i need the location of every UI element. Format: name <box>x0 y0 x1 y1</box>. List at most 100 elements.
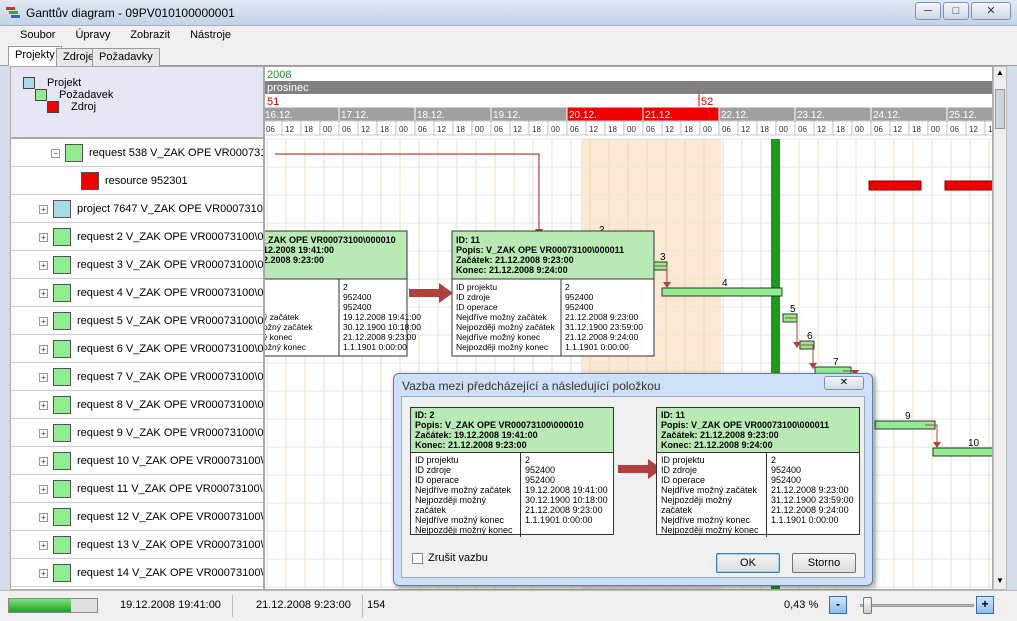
card-header-line: ID: 2 <box>415 410 435 420</box>
request-type-icon <box>53 312 71 330</box>
tree-row[interactable]: − request 538 V_ZAK OPE VR00073102\0 <box>11 139 263 167</box>
hour-label: 18 <box>760 125 769 134</box>
ok-button[interactable]: OK <box>716 553 780 573</box>
maximize-button[interactable]: □ <box>943 2 969 20</box>
expand-icon[interactable]: + <box>39 401 48 410</box>
card-field-label: Nejdříve možný konec <box>661 515 751 525</box>
project-tree[interactable]: − request 538 V_ZAK OPE VR00073102\0 resou… <box>10 138 264 590</box>
zoom-out-button[interactable]: - <box>829 596 847 614</box>
menu-upravy[interactable]: Úpravy <box>65 26 120 46</box>
tree-row[interactable]: + request 7 V_ZAK OPE VR00073100\000260 <box>11 363 263 391</box>
tab-pozadavky[interactable]: Požadavky <box>92 48 160 66</box>
cancel-link-checkbox[interactable] <box>412 553 423 564</box>
zoom-slider[interactable] <box>860 604 974 607</box>
expand-icon[interactable]: + <box>39 317 48 326</box>
status-count: 154 <box>367 599 386 611</box>
tree-row[interactable]: + request 9 V_ZAK OPE VR00073100\000290 <box>11 419 263 447</box>
card-header-line: Konec: 21.12.2008 9:23:00 <box>415 440 527 450</box>
tree-row[interactable]: + request 2 V_ZAK OPE VR00073100\000010 <box>11 223 263 251</box>
card-header-line: Začátek: 21.12.2008 9:23:00 <box>661 430 779 440</box>
hour-label: 12 <box>437 125 446 134</box>
scroll-thumb[interactable] <box>995 89 1005 129</box>
hour-label: 18 <box>912 125 921 134</box>
task-bar-label: 9 <box>905 411 911 422</box>
cancel-button[interactable]: Storno <box>792 553 856 573</box>
status-bar: 19.12.2008 19:41:00 21.12.2008 9:23:00 1… <box>0 590 1017 621</box>
expand-icon[interactable]: + <box>39 541 48 550</box>
bg-card-label: ID operace <box>456 302 498 312</box>
tree-row[interactable]: + request 10 V_ZAK OPE VR00073100\00030 <box>11 447 263 475</box>
task-bar <box>661 287 783 297</box>
card-field-label: Nejdříve možný začátek <box>661 485 758 495</box>
card-field-label: ID operace <box>415 475 460 485</box>
card-field-value: 952400 <box>771 465 802 475</box>
tree-row[interactable]: + request 6 V_ZAK OPE VR00073100\000250 <box>11 335 264 363</box>
zoom-in-button[interactable]: + <box>976 596 994 614</box>
minimize-button[interactable]: ─ <box>915 2 941 20</box>
bg-card-label: ID projektu <box>456 282 497 292</box>
tree-row[interactable]: + request 12 V_ZAK OPE VR00073100\00001 <box>11 503 263 531</box>
expand-icon[interactable]: + <box>39 569 48 578</box>
hour-label: 00 <box>323 125 332 134</box>
hour-label: 00 <box>627 125 636 134</box>
expand-icon[interactable]: + <box>39 261 48 270</box>
bg-card-header-line: _ZAK OPE VR00073100\000010 <box>265 235 396 245</box>
expand-icon[interactable]: + <box>39 233 48 242</box>
card-header-line: ID: 11 <box>661 410 686 420</box>
card-field-label: ID projektu <box>661 455 705 465</box>
tree-row[interactable]: + request 5 V_ZAK OPE VR00073100\000210 <box>11 307 263 335</box>
expand-icon[interactable]: + <box>39 485 48 494</box>
tree-row[interactable]: + project 7647 V_ZAK OPE VR00073101\0000 <box>11 195 263 223</box>
menu-nastroje[interactable]: Nástroje <box>180 26 241 46</box>
expand-icon[interactable]: + <box>39 373 48 382</box>
expand-icon[interactable]: + <box>39 345 48 354</box>
tree-row[interactable]: + request 13 V_ZAK OPE VR00073100\00002 <box>11 531 263 559</box>
project-swatch <box>23 77 35 89</box>
bg-card-header-line: ID: 11 <box>456 235 480 245</box>
card-field-value: 21.12.2008 9:23:00 <box>771 485 849 495</box>
expand-icon[interactable]: + <box>39 205 48 214</box>
request-type-icon <box>53 368 71 386</box>
close-button[interactable]: ✕ <box>971 2 1011 20</box>
tree-row[interactable]: + request 11 V_ZAK OPE VR00073100\00001 <box>11 475 263 503</box>
tree-row-label: request 6 V_ZAK OPE VR00073100\000250 <box>77 343 264 355</box>
tree-row[interactable]: resource 952301 <box>11 167 263 195</box>
title-bar: Ganttův diagram - 09PV010100000001 ─ □ ✕ <box>0 0 1017 26</box>
zoom-slider-knob[interactable] <box>863 597 873 614</box>
hour-label: 12 <box>817 125 826 134</box>
resource-bar <box>868 180 922 191</box>
hour-label: 06 <box>798 125 807 134</box>
card-header-line: Konec: 21.12.2008 9:24:00 <box>661 440 773 450</box>
scroll-up-arrow-icon[interactable]: ▲ <box>995 68 1005 80</box>
predecessor-card: ID: 2 Popis: V_ZAK OPE VR00073100\000010 Z… <box>410 407 614 537</box>
collapse-icon[interactable]: − <box>51 149 60 158</box>
year-header <box>265 67 992 81</box>
menu-soubor[interactable]: Soubor <box>10 26 65 46</box>
vertical-scrollbar[interactable]: ▲ ▼ <box>993 66 1007 590</box>
expand-icon[interactable]: + <box>39 513 48 522</box>
request-type-icon <box>53 396 71 414</box>
expand-icon[interactable]: + <box>39 289 48 298</box>
scroll-down-arrow-icon[interactable]: ▼ <box>995 576 1005 588</box>
day-label: 18.12. <box>417 110 445 121</box>
tree-row[interactable]: + request 3 V_ZAK OPE VR00073100\000045 <box>11 251 263 279</box>
tree-row[interactable]: + request 8 V_ZAK OPE VR00073100\000261 <box>11 391 263 419</box>
card-field-value: 952400 <box>525 475 556 485</box>
bg-card-label: ožný začátek <box>265 322 313 332</box>
dialog-close-button[interactable]: ✕ <box>824 376 864 390</box>
hour-label: 12 <box>589 125 598 134</box>
tab-projekty[interactable]: Projekty <box>8 46 62 66</box>
bg-link-arrow-icon <box>409 283 453 303</box>
tree-row-label: request 4 V_ZAK OPE VR00073100\000200 <box>77 287 264 299</box>
card-field-label: Nejpozději možný začátek <box>415 495 487 515</box>
expand-icon[interactable]: + <box>39 429 48 438</box>
legend-resource-label: Zdroj <box>71 101 97 113</box>
tree-row[interactable]: + request 14 V_ZAK OPE VR00073100\00002 <box>11 559 263 587</box>
tree-row[interactable]: + request 4 V_ZAK OPE VR00073100\000200 <box>11 279 264 307</box>
card-field-value: 30.12.1900 10:18:00 <box>525 495 608 505</box>
expand-icon[interactable]: + <box>39 457 48 466</box>
card-field-label: ID zdroje <box>415 465 452 475</box>
hour-label: 00 <box>931 125 940 134</box>
menu-zobrazit[interactable]: Zobrazit <box>120 26 180 46</box>
status-start: 19.12.2008 19:41:00 <box>120 599 221 611</box>
